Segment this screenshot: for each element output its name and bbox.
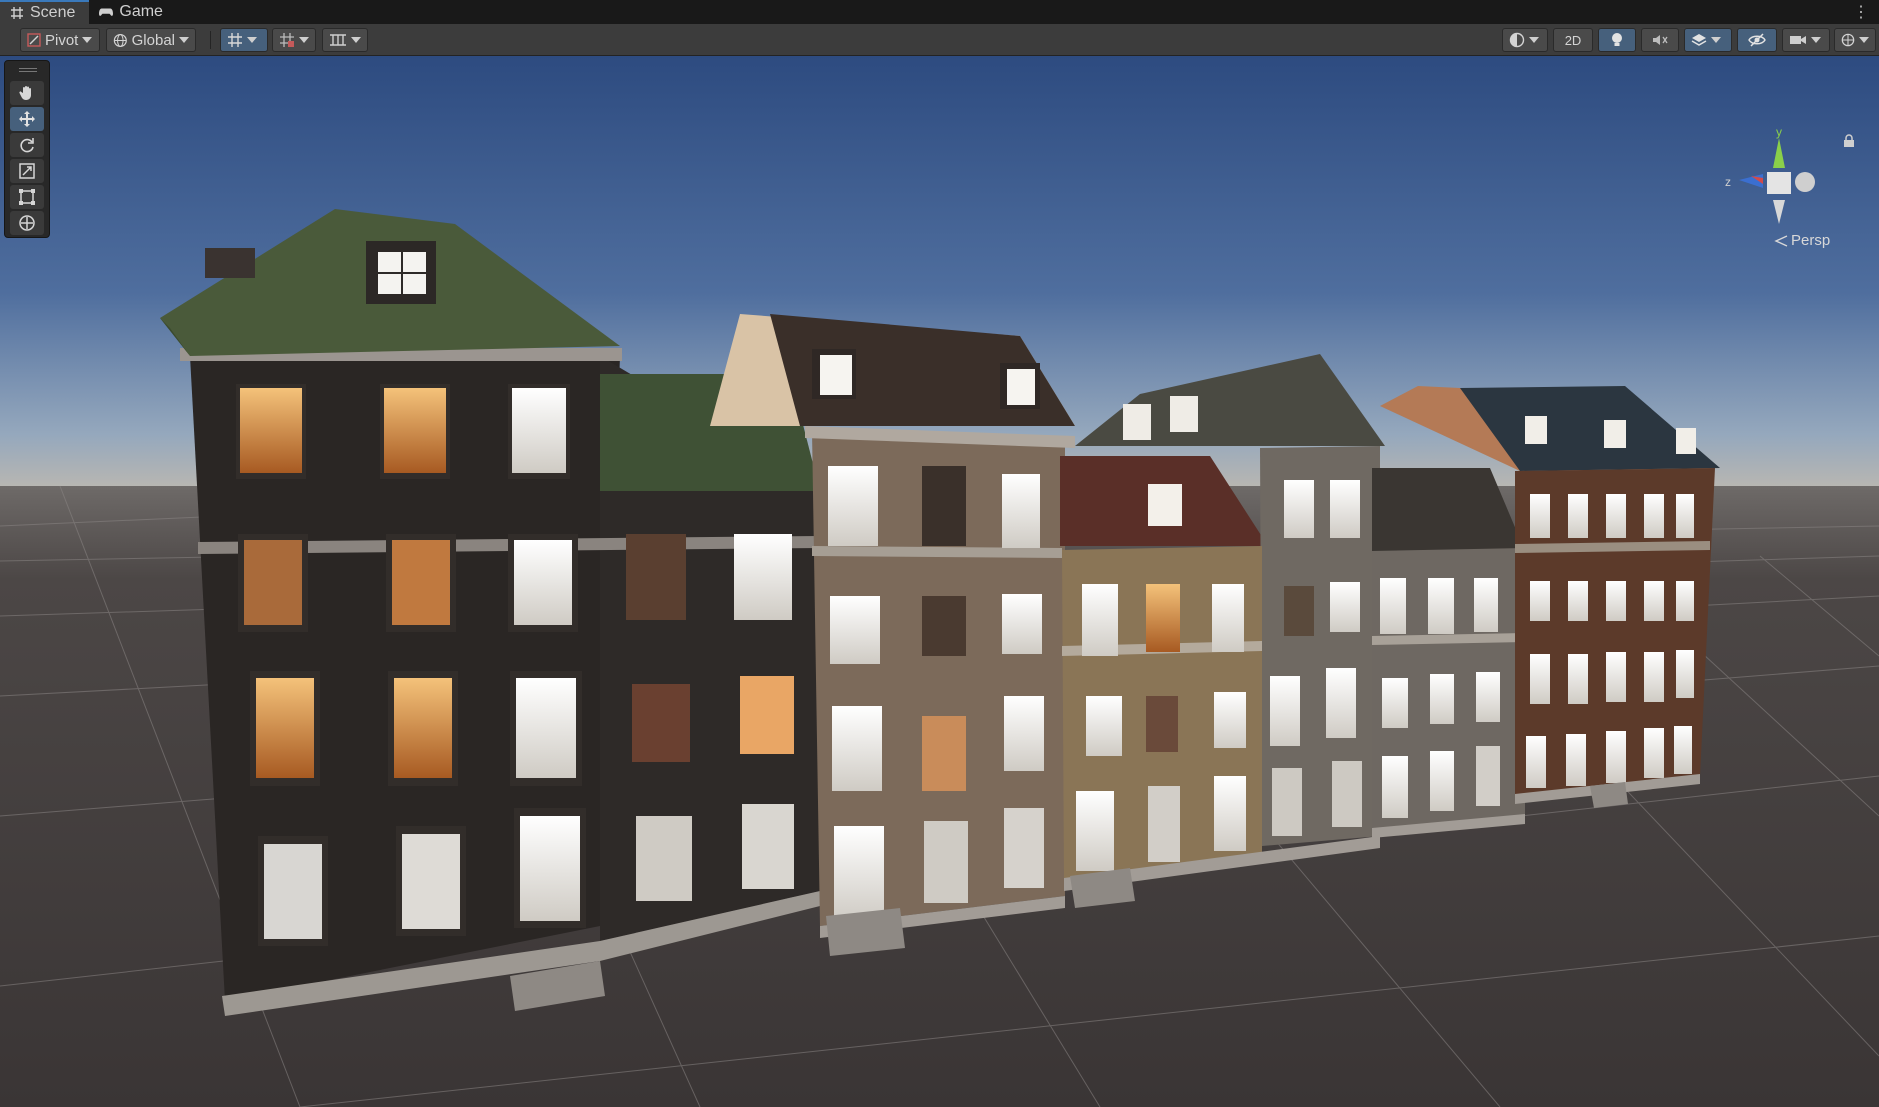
align-tools-dropdown[interactable] [322, 28, 368, 52]
2d-label: 2D [1564, 32, 1582, 48]
projection-toggle[interactable]: Persp [1774, 232, 1830, 249]
eye-hidden-icon [1748, 33, 1766, 47]
scene-render [0, 56, 1879, 1107]
lighting-toggle[interactable] [1598, 28, 1636, 52]
hand-tool-button[interactable] [10, 81, 44, 105]
more-options-icon[interactable]: ⋮ [1853, 2, 1869, 22]
tab-scene[interactable]: Scene [0, 0, 90, 24]
lock-icon[interactable] [1843, 134, 1855, 148]
rect-tool-button[interactable] [10, 185, 44, 209]
light-bulb-icon [1612, 33, 1622, 46]
scale-tool-button[interactable] [10, 159, 44, 183]
global-label: Global [131, 31, 175, 49]
layers-effects-icon [1691, 34, 1707, 46]
grid-icon [11, 7, 23, 19]
tab-scene-label: Scene [30, 4, 76, 21]
grid-snapping-toggle[interactable] [220, 28, 268, 52]
chevron-down-icon [1711, 37, 1721, 43]
chevron-down-icon [1811, 37, 1821, 43]
gizmo-z-label: z [1725, 175, 1731, 189]
audio-muted-icon [1653, 35, 1668, 45]
pivot-icon [27, 33, 41, 47]
scene-viewport[interactable]: y z Persp [0, 56, 1879, 1107]
camera-settings-dropdown[interactable] [1782, 28, 1830, 52]
gizmo-y-label: y [1776, 128, 1782, 139]
globe-icon [113, 33, 127, 47]
transform-icon [19, 215, 35, 231]
chevron-down-icon [247, 37, 257, 43]
drag-handle[interactable] [19, 68, 37, 72]
pivot-label: Pivot [45, 31, 79, 49]
tab-bar: Scene Game ⋮ [0, 0, 1879, 24]
gamepad-icon [99, 8, 114, 16]
grid-snap-icon [228, 33, 242, 47]
global-dropdown[interactable]: Global [106, 28, 196, 52]
chevron-down-icon [1529, 37, 1539, 43]
gizmo-axes [1739, 138, 1815, 224]
chevron-down-icon [1859, 37, 1869, 43]
align-icon [330, 34, 346, 46]
scale-icon [19, 163, 35, 179]
rotate-icon [20, 138, 34, 153]
camera-icon [1790, 36, 1806, 44]
chevron-down-icon [351, 37, 361, 43]
gizmos-dropdown[interactable] [1834, 28, 1876, 52]
rect-transform-icon [19, 189, 35, 205]
chevron-down-icon [179, 37, 189, 43]
effects-dropdown[interactable] [1684, 28, 1732, 52]
tools-overlay [4, 60, 50, 238]
pivot-dropdown[interactable]: Pivot [20, 28, 100, 52]
toolbar-divider [210, 31, 211, 49]
move-tool-button[interactable] [10, 107, 44, 131]
scene-toolbar: Pivot Global 2D [0, 24, 1879, 56]
draw-mode-dropdown[interactable] [1502, 28, 1548, 52]
snap-increment-icon [280, 33, 294, 47]
hand-icon [19, 86, 31, 100]
rotate-tool-button[interactable] [10, 133, 44, 157]
chevron-down-icon [82, 37, 93, 43]
perspective-icon [1774, 234, 1788, 247]
building-tan-brick [1060, 354, 1385, 908]
scene-visibility-toggle[interactable] [1737, 28, 1777, 52]
building-grey-brick [1372, 468, 1525, 838]
2d-toggle[interactable]: 2D [1553, 28, 1593, 52]
audio-toggle[interactable] [1641, 28, 1679, 52]
move-icon [19, 111, 35, 127]
tab-game-label: Game [119, 3, 163, 20]
gizmo-globe-icon [1841, 33, 1855, 47]
tab-game[interactable]: Game [89, 0, 177, 24]
projection-label: Persp [1791, 232, 1831, 249]
incremental-snap-toggle[interactable] [272, 28, 316, 52]
shading-sphere-icon [1509, 32, 1525, 48]
transform-tool-button[interactable] [10, 211, 44, 235]
chevron-down-icon [299, 37, 309, 43]
